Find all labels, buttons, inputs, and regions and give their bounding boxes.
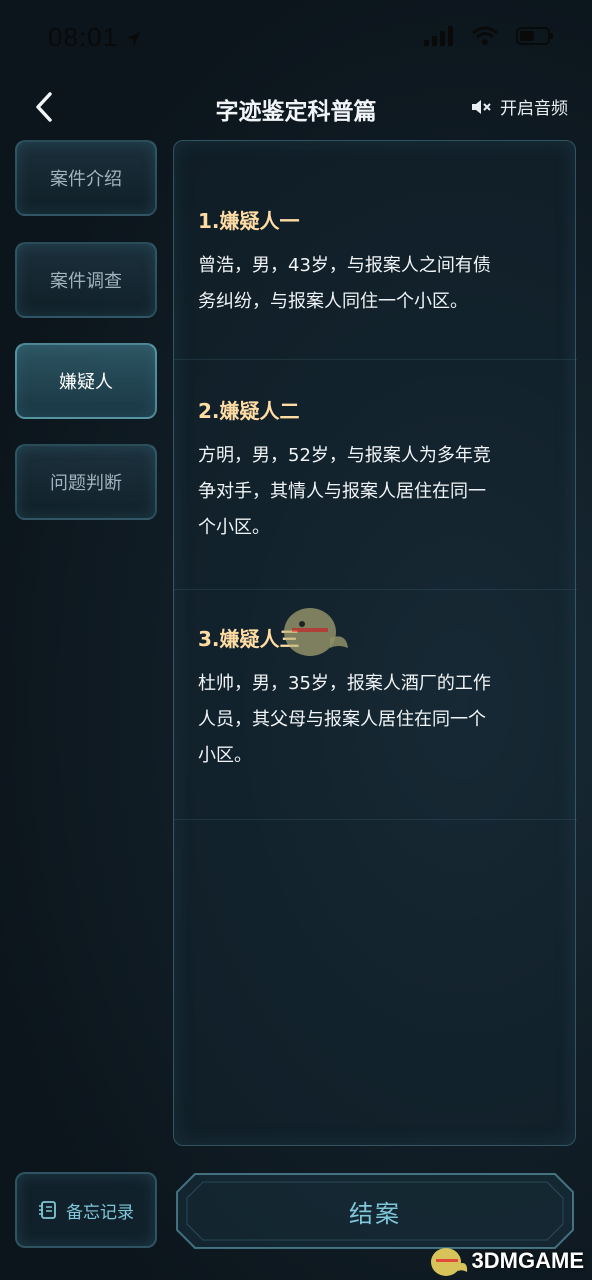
audio-toggle-label: 开启音频 <box>500 99 568 119</box>
description-line: 个小区。 <box>198 517 270 538</box>
divider <box>174 359 577 360</box>
suspect-title: 2.嫌疑人二 <box>198 399 300 423</box>
sidebar-item-label: 案件调查 <box>50 271 122 292</box>
memo-button[interactable]: 备忘记录 <box>15 1172 157 1248</box>
divider <box>174 589 577 590</box>
speaker-muted-icon <box>472 99 491 114</box>
suspects-panel: 1.嫌疑人一 曾浩，男，43岁，与报案人之间有债 务纠纷，与报案人同住一个小区。… <box>173 140 577 1146</box>
sidebar-item-label: 问题判断 <box>50 473 122 494</box>
suspect-entry: 2.嫌疑人二 方明，男，52岁，与报案人为多年竞 争对手，其情人与报案人居住在同… <box>174 395 577 546</box>
sidebar-item-case-intro[interactable]: 案件介绍 <box>15 140 157 216</box>
suspect-entry: 1.嫌疑人一 曾浩，男，43岁，与报案人之间有债 务纠纷，与报案人同住一个小区。 <box>174 205 577 320</box>
description-line: 小区。 <box>198 745 252 766</box>
mascot-logo-icon <box>430 1248 467 1276</box>
memo-label: 备忘记录 <box>66 1202 134 1223</box>
divider <box>174 819 577 820</box>
suspect-title: 3.嫌疑人三 <box>198 627 300 651</box>
location-arrow-icon <box>126 32 140 46</box>
close-case-label: 结案 <box>349 1199 401 1228</box>
header: 字迹鉴定科普篇 开启音频 <box>0 82 592 132</box>
watermark-text: 3DMGAME <box>471 1248 584 1273</box>
sidebar-item-question-judgment[interactable]: 问题判断 <box>15 444 157 520</box>
signal-icon <box>424 26 453 46</box>
description-line: 杜帅，男，35岁，报案人酒厂的工作 <box>198 673 491 694</box>
description-line: 曾浩，男，43岁，与报案人之间有债 <box>198 255 491 276</box>
suspect-title: 1.嫌疑人一 <box>198 209 300 233</box>
description-line: 务纠纷，与报案人同住一个小区。 <box>198 291 468 312</box>
wifi-icon <box>472 26 498 45</box>
sidebar-item-label: 嫌疑人 <box>59 372 113 393</box>
notebook-icon <box>39 1201 56 1219</box>
battery-icon <box>516 27 553 45</box>
sidebar-item-label: 案件介绍 <box>50 169 122 190</box>
description-line: 方明，男，52岁，与报案人为多年竞 <box>198 445 491 466</box>
mascot-watermark-icon <box>284 608 348 656</box>
close-case-button[interactable]: 结案 <box>173 1170 577 1252</box>
description-line: 争对手，其情人与报案人居住在同一 <box>198 481 486 502</box>
sidebar-item-case-investigation[interactable]: 案件调查 <box>15 242 157 318</box>
suspect-description: 曾浩，男，43岁，与报案人之间有债 务纠纷，与报案人同住一个小区。 <box>198 248 553 320</box>
site-watermark: 3DMGAME <box>428 1244 584 1278</box>
description-line: 人员，其父母与报案人居住在同一个 <box>198 709 486 730</box>
audio-toggle-button[interactable]: 开启音频 <box>470 94 568 119</box>
suspect-description: 杜帅，男，35岁，报案人酒厂的工作 人员，其父母与报案人居住在同一个 小区。 <box>198 666 553 774</box>
sidebar-item-suspects[interactable]: 嫌疑人 <box>15 343 157 419</box>
status-time: 08:01 <box>48 22 119 52</box>
status-bar: 08:01 <box>0 0 592 80</box>
suspect-description: 方明，男，52岁，与报案人为多年竞 争对手，其情人与报案人居住在同一 个小区。 <box>198 438 553 546</box>
suspect-entry: 3.嫌疑人三 杜帅，男，35岁，报案人酒厂的工作 人员，其父母与报案人居住在同一… <box>174 623 577 774</box>
